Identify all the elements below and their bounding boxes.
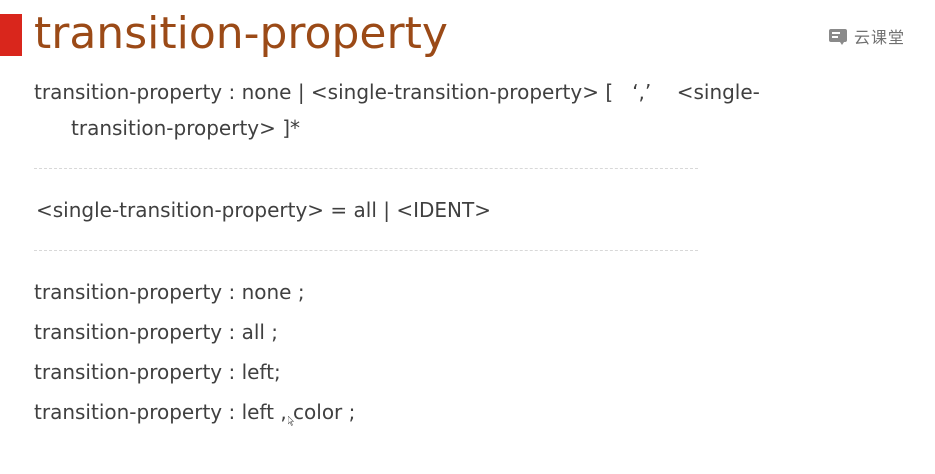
definition-line: <single-transition-property> = all | <ID…	[36, 198, 491, 222]
slide-title: transition-property	[34, 8, 448, 59]
logo: 云课堂	[828, 24, 905, 48]
logo-text: 云课堂	[854, 28, 906, 47]
cloud-classroom-icon	[829, 29, 847, 45]
syntax-line-1: transition-property : none | <single-tra…	[34, 80, 760, 104]
mouse-cursor-icon	[288, 416, 294, 426]
example-line: transition-property : left , color ;	[34, 400, 356, 424]
example-line: transition-property : none ;	[34, 280, 305, 304]
divider	[34, 250, 698, 251]
title-accent-bar	[0, 14, 22, 56]
example-line: transition-property : all ;	[34, 320, 279, 344]
example-line: transition-property : left;	[34, 360, 281, 384]
syntax-line-2: transition-property> ]*	[71, 116, 301, 140]
divider	[34, 168, 698, 169]
